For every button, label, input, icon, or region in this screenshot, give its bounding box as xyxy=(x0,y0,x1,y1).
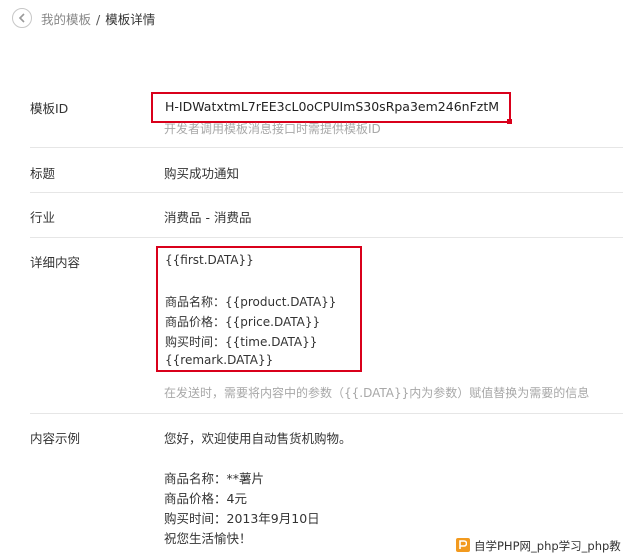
breadcrumb-current: 模板详情 xyxy=(105,12,156,27)
template-id-highlight: H-IDWatxtmL7rEE3cL0oCPUImS30sRpa3em246nF… xyxy=(151,92,512,124)
divider xyxy=(30,147,623,148)
breadcrumb: 我的模板 / 模板详情 xyxy=(41,9,155,28)
watermark: 自学PHP网_php学习_php教 xyxy=(454,536,623,556)
back-button[interactable] xyxy=(12,8,32,28)
detail-content-highlight: {{first.DATA}} 商品名称：{{product.DATA}} 商品价… xyxy=(156,246,362,372)
detail-line: 商品名称：{{product.DATA}} xyxy=(165,295,337,309)
detail-label: 详细内容 xyxy=(30,255,81,270)
industry-value: 消费品 - 消费品 xyxy=(164,210,252,225)
breadcrumb-separator: / xyxy=(96,12,101,27)
template-id-value: H-IDWatxtmL7rEE3cL0oCPUImS30sRpa3em246nF… xyxy=(165,99,500,114)
php-logo-icon xyxy=(456,538,470,552)
template-id-label: 模板ID xyxy=(30,101,69,116)
detail-hint: 在发送时，需要将内容中的参数（{{.DATA}}内为参数）赋值替换为需要的信息 xyxy=(164,386,590,400)
title-label: 标题 xyxy=(30,166,56,181)
sample-line: 祝您生活愉快！ xyxy=(164,531,252,546)
detail-line: {{remark.DATA}} xyxy=(165,353,274,367)
detail-line: 商品价格：{{price.DATA}} xyxy=(165,315,321,329)
detail-line: {{first.DATA}} xyxy=(165,253,254,267)
sample-line: 商品名称：**薯片 xyxy=(164,471,265,486)
divider xyxy=(30,192,623,193)
industry-label: 行业 xyxy=(30,210,56,225)
highlight-handle xyxy=(507,119,512,124)
breadcrumb-my-templates[interactable]: 我的模板 xyxy=(41,12,91,27)
template-id-hint: 开发者调用模板消息接口时需提供模板ID xyxy=(164,122,381,136)
divider xyxy=(30,237,623,238)
sample-label: 内容示例 xyxy=(30,431,81,446)
title-value: 购买成功通知 xyxy=(164,166,240,181)
divider xyxy=(30,413,623,414)
watermark-text: 自学PHP网_php学习_php教 xyxy=(474,539,621,553)
chevron-left-icon xyxy=(18,13,25,23)
detail-line: 购买时间：{{time.DATA}} xyxy=(165,335,318,349)
sample-line: 购买时间：2013年9月10日 xyxy=(164,511,320,526)
sample-line: 商品价格：4元 xyxy=(164,491,247,506)
sample-line: 您好，欢迎使用自动售货机购物。 xyxy=(164,431,352,446)
